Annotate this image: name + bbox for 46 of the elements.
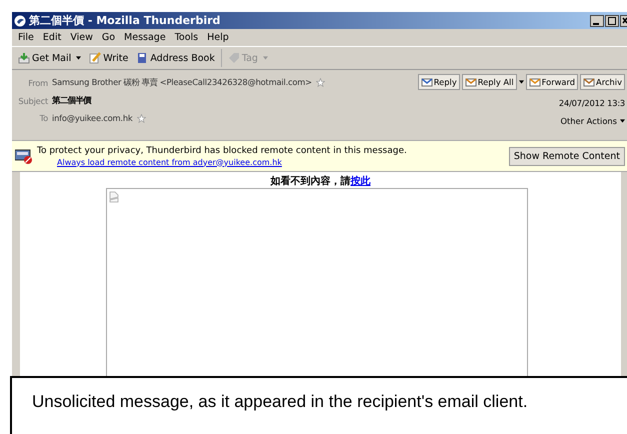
menu-item[interactable]: View: [70, 32, 93, 43]
toolbar-button[interactable]: Address Book: [134, 52, 217, 64]
recipient-address[interactable]: info@yuikee.com.hk: [52, 113, 133, 123]
action-button[interactable]: Reply: [418, 74, 460, 90]
envelope-icon: [420, 76, 433, 88]
menu-item[interactable]: Help: [207, 32, 229, 43]
click-here-link[interactable]: 按此: [350, 176, 370, 187]
tag-icon: [228, 52, 240, 64]
book-icon: [136, 52, 148, 64]
body-text: 如看不到內容，請按此: [270, 174, 370, 188]
other-actions-menu[interactable]: Other Actions: [560, 116, 625, 126]
menu-item[interactable]: Go: [102, 32, 116, 43]
figure-caption: Unsolicited message, as it appeared in the recipient's email client.: [10, 376, 627, 434]
envelope-icon: [528, 76, 541, 88]
toolbar-button[interactable]: Write: [87, 52, 130, 64]
broken-image-icon: [108, 191, 118, 203]
action-button[interactable]: Forward: [526, 74, 578, 90]
caret-icon[interactable]: [518, 80, 524, 84]
field-label: From: [27, 78, 48, 88]
action-button[interactable]: Reply All: [462, 74, 517, 90]
toolbar-button[interactable]: Get Mail: [16, 52, 84, 64]
message-date: 24/07/2012 13:3: [558, 98, 625, 108]
privacy-message: To protect your privacy, Thunderbird has blocked remote content in this message.: [37, 146, 407, 156]
star-icon[interactable]: [136, 114, 146, 122]
close-icon[interactable]: [620, 14, 627, 26]
minimize-icon[interactable]: [590, 14, 604, 26]
sender-address[interactable]: Samsung Brother 碳粉 專賣 <PleaseCall23426328@hotmail.com>: [52, 77, 312, 88]
menu-item[interactable]: File: [18, 32, 34, 43]
envelope-icon: [583, 76, 596, 88]
star-icon[interactable]: [316, 78, 325, 87]
menu-item[interactable]: Edit: [42, 32, 62, 43]
pencil-icon: [89, 52, 102, 64]
field-label: Subject: [17, 96, 48, 106]
field-label: To: [38, 113, 48, 123]
load-content-link[interactable]: Always load remote content from adyer@yuikee.com.hk: [57, 158, 407, 166]
inbox-icon: [18, 52, 30, 64]
caret-icon: [620, 119, 625, 123]
show-remote-content-button[interactable]: Show Remote Content: [508, 146, 625, 166]
envelope-icon: [464, 76, 477, 88]
blocked-image-icon: [15, 148, 33, 164]
bird-icon: [14, 14, 26, 26]
action-button[interactable]: Archiv: [580, 74, 625, 90]
subject-text: 第二個半價: [52, 95, 92, 106]
window-title: 第二個半價 - Mozilla Thunderbird: [29, 13, 220, 28]
menu-item[interactable]: Tools: [174, 32, 198, 43]
menu-item[interactable]: Message: [124, 32, 166, 43]
